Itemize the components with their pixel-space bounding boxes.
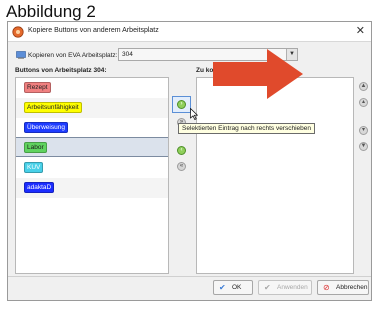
button-chip-labor: Labor: [24, 142, 47, 153]
list-item[interactable]: Rezept: [16, 78, 168, 98]
button-chip-kuv: KUV: [24, 162, 44, 173]
target-buttons-list[interactable]: [196, 77, 354, 274]
checkmark-icon: ✔: [219, 283, 226, 292]
copy-from-label: Kopieren von EVA Arbeitsplatz:: [28, 52, 118, 59]
button-chip-rezept: Rezept: [24, 82, 51, 93]
highlight-arrow-icon: [213, 49, 303, 99]
workstation-select-value: 304: [122, 51, 133, 58]
source-buttons-list[interactable]: Rezept Arbeitsunfähigkeit Überweisung La…: [15, 77, 169, 274]
move-left-icon[interactable]: ‹: [177, 146, 186, 155]
mouse-pointer-icon: [190, 108, 198, 120]
figure-caption: Abbildung 2: [6, 2, 96, 21]
cancel-icon: ⊘: [323, 283, 330, 292]
list-item[interactable]: Arbeitsunfähigkeit: [16, 98, 168, 118]
move-up-icon[interactable]: ▴: [359, 98, 368, 107]
left-panel-header: Buttons von Arbeitsplatz 304:: [15, 67, 107, 74]
move-top-icon[interactable]: ▲: [359, 82, 368, 91]
app-icon: [12, 26, 24, 38]
list-item-selected[interactable]: Labor: [16, 137, 168, 157]
button-chip-ueberweisung: Überweisung: [24, 122, 68, 133]
ok-button[interactable]: ✔ OK: [213, 280, 253, 295]
apply-button-label: Anwenden: [277, 284, 308, 291]
cancel-button[interactable]: ⊘ Abbrechen: [317, 280, 369, 295]
list-item[interactable]: adaktaD: [16, 178, 168, 198]
cancel-button-label: Abbrechen: [336, 284, 368, 291]
move-right-tooltip: Selektierten Eintrag nach rechts verschi…: [178, 123, 315, 134]
move-bottom-icon[interactable]: ▼: [359, 142, 368, 151]
close-icon[interactable]: ✕: [356, 25, 365, 37]
copy-workstation-icon: [16, 51, 26, 59]
button-chip-arbeitsunfaehigkeit: Arbeitsunfähigkeit: [24, 102, 82, 113]
copy-buttons-dialog: Kopiere Buttons von anderem Arbeitsplatz…: [7, 21, 372, 301]
move-down-icon[interactable]: ▾: [359, 126, 368, 135]
apply-button[interactable]: ✔ Anwenden: [258, 280, 312, 295]
footer-divider: [8, 276, 371, 277]
ok-button-label: OK: [232, 284, 242, 291]
checkmark-icon: ✔: [264, 283, 271, 292]
list-item[interactable]: KUV: [16, 158, 168, 178]
move-all-left-icon[interactable]: «: [177, 162, 186, 171]
button-chip-adaktad: adaktaD: [24, 182, 55, 193]
list-item[interactable]: Überweisung: [16, 118, 168, 138]
title-bar: Kopiere Buttons von anderem Arbeitsplatz…: [8, 22, 371, 42]
move-right-icon[interactable]: ›: [177, 100, 186, 109]
window-title: Kopiere Buttons von anderem Arbeitsplatz: [28, 27, 159, 34]
